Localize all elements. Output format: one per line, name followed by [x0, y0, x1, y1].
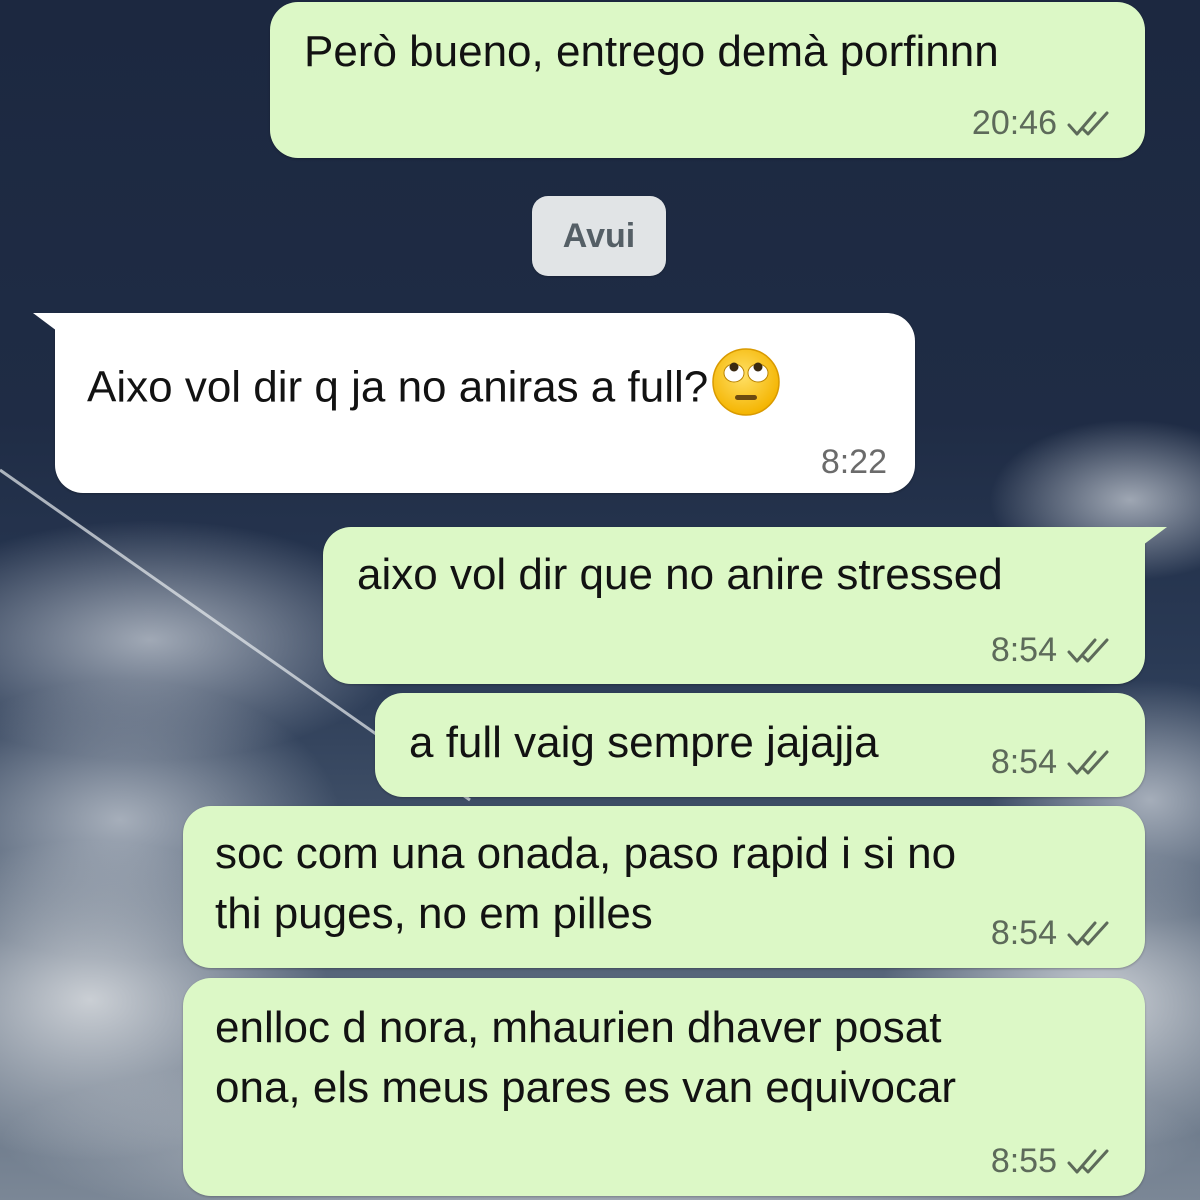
message-text: Aixo vol dir q ja no aniras a full? [87, 346, 782, 434]
message-text-line2: thi puges, no em pilles [215, 889, 653, 938]
message-text: Però bueno, entrego demà porfinnn [304, 27, 999, 76]
message-text-line1: soc com una onada, paso rapid i si no [215, 829, 957, 878]
double-check-icon [1067, 1147, 1117, 1177]
face-with-rolling-eyes-icon [710, 346, 782, 434]
message-meta: 8:54 [991, 743, 1117, 782]
message-bubble-outgoing[interactable]: Però bueno, entrego demà porfinnn 20:46 [270, 2, 1145, 158]
message-meta: 8:22 [821, 443, 887, 482]
message-meta: 8:54 [991, 914, 1117, 953]
double-check-icon [1067, 109, 1117, 139]
bubble-tail [33, 313, 73, 343]
message-bubble-incoming[interactable]: Aixo vol dir q ja no aniras a full? 8:22 [33, 313, 915, 493]
message-time: 20:46 [971, 104, 1057, 142]
bubble-tail [1127, 527, 1167, 557]
double-check-icon [1067, 636, 1117, 666]
double-check-icon [1067, 919, 1117, 949]
message-time: 8:54 [990, 914, 1057, 952]
message-text-line1: enlloc d nora, mhaurien dhaver posat [215, 1003, 942, 1052]
message-time: 8:54 [990, 743, 1057, 781]
message-text-content: Aixo vol dir q ja no aniras a full? [87, 362, 709, 412]
message-bubble-outgoing[interactable]: enlloc d nora, mhaurien dhaver posat ona… [183, 978, 1145, 1196]
message-text: aixo vol dir que no anire stressed [357, 550, 1003, 599]
double-check-icon [1067, 748, 1117, 778]
date-separator: Avui [532, 196, 666, 276]
message-text-line2: ona, els meus pares es van equivocar [215, 1063, 957, 1112]
message-bubble-outgoing[interactable]: a full vaig sempre jajajja 8:54 [375, 693, 1145, 797]
message-time: 8:55 [990, 1142, 1057, 1180]
message-meta: 8:54 [991, 631, 1117, 670]
message-bubble-outgoing[interactable]: soc com una onada, paso rapid i si no th… [183, 806, 1145, 968]
message-time: 8:54 [990, 631, 1057, 669]
message-meta: 8:55 [991, 1142, 1117, 1181]
message-meta: 20:46 [972, 104, 1117, 143]
message-time: 8:22 [820, 443, 887, 481]
message-bubble-outgoing[interactable]: aixo vol dir que no anire stressed 8:54 [323, 527, 1167, 684]
message-text: a full vaig sempre jajajja [409, 718, 879, 767]
